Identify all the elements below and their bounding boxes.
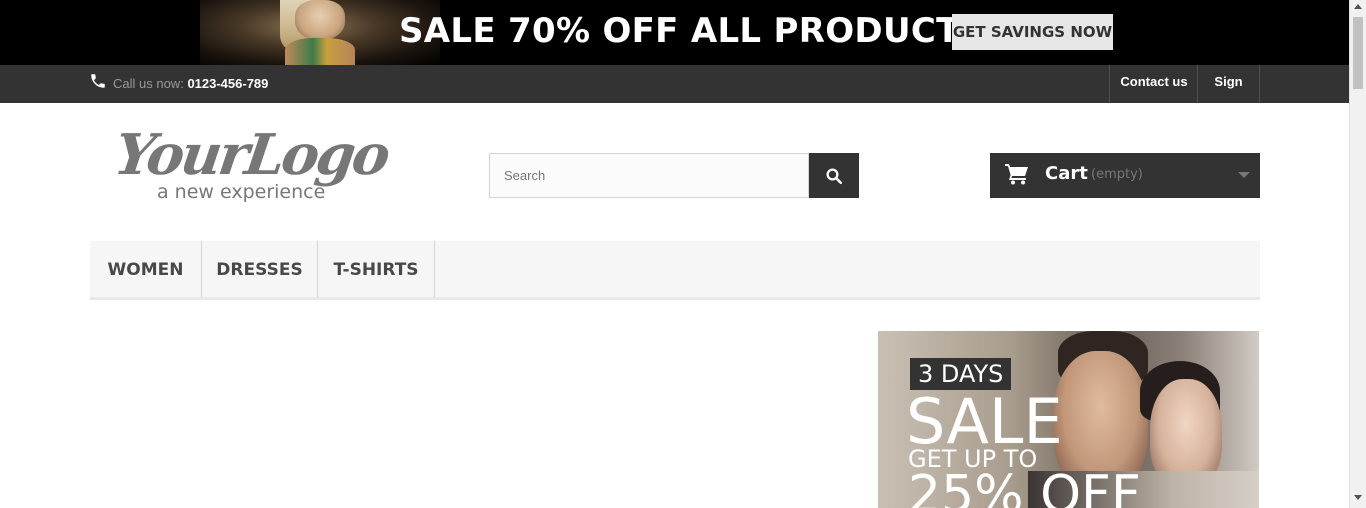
cart-label: Cart: [1045, 163, 1088, 184]
top-nav-bar: Call us now: 0123-456-789 Contact us Sig…: [0, 65, 1349, 122]
contact-us-link[interactable]: Contact us: [1109, 65, 1198, 103]
promo-banner[interactable]: SALE 70% OFF ALL PRODUCTS GET SAVINGS NO…: [0, 0, 1349, 65]
sign-in-link[interactable]: Sign in: [1197, 65, 1260, 122]
scroll-down-arrow-icon[interactable]: [1354, 495, 1362, 500]
menu-item-women[interactable]: WOMEN: [90, 241, 202, 297]
phone-icon: [89, 72, 107, 90]
logo-wordmark: YourLogo: [110, 122, 392, 188]
get-savings-button[interactable]: GET SAVINGS NOW: [952, 14, 1113, 50]
shopping-cart-icon: [1005, 163, 1029, 190]
promo-model-body: [285, 38, 355, 65]
vertical-scrollbar[interactable]: [1349, 0, 1366, 508]
logo-tagline: a new experience: [157, 181, 326, 203]
scroll-up-arrow-icon[interactable]: [1354, 4, 1362, 9]
site-logo[interactable]: YourLogo a new experience: [110, 122, 400, 210]
sale-banner[interactable]: 3 DAYS SALE GET UP TO 25% OFF: [878, 331, 1259, 508]
menu-item-tshirts[interactable]: T-SHIRTS: [318, 241, 435, 297]
chevron-down-icon: [1238, 172, 1250, 178]
menu-item-dresses[interactable]: DRESSES: [202, 241, 318, 297]
banner-discount: 25% OFF: [908, 465, 1141, 508]
search-button[interactable]: [809, 153, 859, 198]
promo-headline: SALE 70% OFF ALL PRODUCTS: [399, 11, 985, 51]
main-menu: WOMEN DRESSES T-SHIRTS: [90, 241, 1260, 300]
search-input[interactable]: [489, 153, 809, 198]
search-icon: [826, 168, 843, 185]
cart-dropdown[interactable]: Cart (empty): [990, 153, 1260, 198]
scrollbar-thumb[interactable]: [1353, 17, 1363, 89]
cart-status: (empty): [1091, 167, 1143, 182]
call-us-label: Call us now:: [113, 76, 184, 91]
phone-number: 0123-456-789: [187, 76, 269, 91]
call-us-text: Call us now: 0123-456-789: [113, 76, 268, 91]
promo-model-face: [295, 0, 345, 40]
